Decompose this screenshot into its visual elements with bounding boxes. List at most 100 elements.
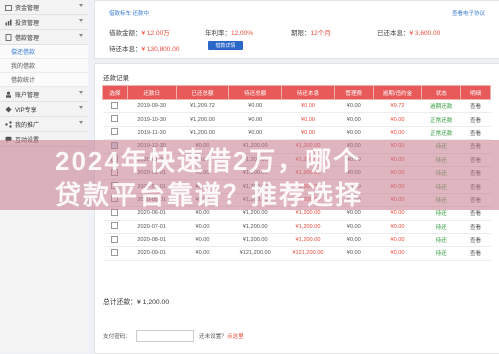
remain-label: 待还本息：	[109, 46, 142, 53]
sidebar-sub-my-loans[interactable]: 我的借款	[0, 59, 88, 73]
table-cell: ¥121,200.00	[228, 246, 282, 261]
sidebar-sub-repay[interactable]: 偿还借款	[0, 45, 88, 59]
watermark-text-line1: 2024年快速借2万，哪个	[55, 146, 362, 176]
sidebar-item-account[interactable]: 账户管理	[0, 87, 88, 102]
period-label: 期限：	[291, 30, 311, 37]
share-icon	[5, 120, 12, 128]
row-checkbox[interactable]	[111, 248, 119, 256]
table-cell: ¥0.00	[373, 126, 422, 141]
table-cell: 2019-11-30	[127, 126, 177, 141]
table-row: 2019-10-30 ¥1,200.00 ¥0.00 ¥0.00 ¥0.00 ¥0.00 正…	[102, 112, 491, 127]
period-field: 期限：12个月	[291, 27, 331, 37]
chevron-down-icon	[79, 34, 83, 37]
col-header: 待还总额	[228, 85, 283, 100]
view-detail-link[interactable]: 查看	[460, 246, 491, 261]
row-checkbox[interactable]	[111, 128, 119, 136]
row-checkbox[interactable]	[111, 222, 119, 230]
contract-link[interactable]: 查看电子协议	[452, 9, 485, 17]
table-cell: ¥0.00	[281, 99, 335, 114]
table-cell	[102, 112, 128, 127]
table-cell	[102, 220, 128, 234]
sidebar-item-promo[interactable]: 我的推广	[0, 117, 88, 132]
table-cell	[102, 246, 128, 261]
table-cell: ¥0.00	[228, 126, 282, 141]
table-cell	[102, 99, 128, 114]
total-repayment: 总计还款：¥ 1,200.00	[103, 296, 169, 306]
total-value: ¥ 1,200.00	[136, 299, 170, 306]
document-icon	[5, 33, 12, 41]
chevron-down-icon	[79, 4, 83, 7]
table-cell: 正常还款	[421, 126, 461, 141]
pay-password-row: 支付密码： 还未设置？ 点这里	[103, 330, 244, 342]
view-detail-link[interactable]: 查看	[460, 99, 491, 114]
sidebar-item-vip[interactable]: VIP专享	[0, 102, 88, 117]
loan-detail-button[interactable]: 借款详情	[208, 41, 243, 50]
col-header: 还款日	[126, 85, 177, 100]
table-cell: 2020-09-01	[127, 246, 177, 261]
repaid-label: 已还本息：	[377, 30, 410, 37]
table-cell: ¥0.00	[281, 126, 335, 141]
table-cell: ¥121,200.00	[281, 246, 335, 261]
view-detail-link[interactable]: 查看	[460, 126, 491, 141]
col-header: 逾期/违约金	[372, 85, 423, 100]
sidebar-item-label: 我的推广	[15, 122, 40, 129]
view-detail-link[interactable]: 查看	[460, 233, 491, 248]
table-cell: 待还	[421, 246, 461, 261]
chevron-down-icon	[79, 91, 83, 94]
sidebar-item-label: 资金管理	[15, 5, 40, 12]
pay-password-label: 支付密码：	[103, 334, 131, 340]
table-cell: ¥0.00	[176, 233, 229, 248]
set-password-link[interactable]: 点这里	[227, 332, 244, 340]
table-cell: 待还	[421, 233, 461, 248]
table-cell: 待还	[421, 220, 461, 234]
table-row: 2020-07-01 ¥0.00 ¥1,200.00 ¥1,200.00 ¥0.00 ¥0…	[102, 220, 491, 234]
sidebar-item-loan[interactable]: 借款管理	[0, 30, 88, 45]
pay-password-hint: 还未设置？	[198, 334, 227, 340]
loan-summary-panel: 借款标车 还款中 查看电子协议 借款金额：¥ 12.00万 年利率：12.00%…	[94, 0, 499, 59]
loan-amount-field: 借款金额：¥ 12.00万	[109, 27, 170, 37]
remain-field: 待还本息：¥ 130,800.00	[109, 43, 179, 53]
records-title: 还款记录	[103, 75, 129, 82]
watermark-text-line2: 贷款平台靠谱？推荐选择	[55, 180, 364, 210]
view-detail-link[interactable]: 查看	[460, 112, 491, 127]
table-row: 2020-08-01 ¥0.00 ¥1,200.00 ¥1,200.00 ¥0.00 ¥0…	[102, 233, 491, 248]
table-cell: ¥1,200.00	[281, 233, 335, 248]
table-cell: ¥0.00	[334, 246, 374, 261]
sidebar-item-invest[interactable]: 投资管理	[0, 15, 88, 30]
rate-field: 年利率：12.00%	[205, 27, 253, 37]
table-cell: ¥0.00	[373, 246, 422, 261]
chevron-down-icon	[79, 121, 83, 124]
sidebar-item-label: 账户管理	[15, 92, 40, 99]
row-checkbox[interactable]	[111, 115, 119, 123]
sidebar-item-funds[interactable]: 资金管理	[0, 0, 88, 15]
table-cell: ¥0.00	[334, 126, 374, 141]
table-cell: ¥1,200.00	[281, 220, 335, 234]
rate-value: 12.00%	[231, 30, 254, 37]
table-cell: ¥0.00	[373, 233, 422, 248]
view-detail-link[interactable]: 查看	[460, 220, 491, 234]
diamond-icon	[5, 106, 12, 113]
table-cell: ¥0.00	[228, 112, 282, 127]
table-cell: ¥1,200.00	[176, 126, 229, 141]
row-checkbox[interactable]	[111, 101, 119, 109]
pay-password-input[interactable]	[135, 330, 194, 342]
loan-title[interactable]: 借款标车 还款中	[109, 9, 149, 17]
row-checkbox[interactable]	[111, 235, 119, 243]
table-cell: 2019-10-30	[127, 112, 177, 127]
chart-icon	[5, 19, 12, 26]
chevron-down-icon	[79, 19, 83, 22]
sidebar-sub-loan-stats[interactable]: 借款统计	[0, 73, 88, 87]
repaid-value: ¥ 3,600.00	[409, 30, 441, 37]
table-cell: ¥0.00	[373, 112, 422, 127]
table-cell: ¥0.00	[334, 99, 374, 114]
table-cell: ¥9.72	[373, 99, 422, 114]
table-cell: ¥0.00	[281, 112, 335, 127]
col-header: 待还本息	[281, 85, 335, 100]
table-cell: ¥0.00	[334, 112, 374, 127]
wallet-icon	[5, 4, 12, 11]
sidebar-item-label: 借款管理	[15, 35, 40, 42]
table-cell: 2020-08-01	[127, 233, 177, 248]
table-cell: ¥0.00	[334, 220, 374, 234]
table-cell: 2019-09-30	[127, 99, 177, 114]
loan-amount-label: 借款金额：	[109, 30, 142, 37]
